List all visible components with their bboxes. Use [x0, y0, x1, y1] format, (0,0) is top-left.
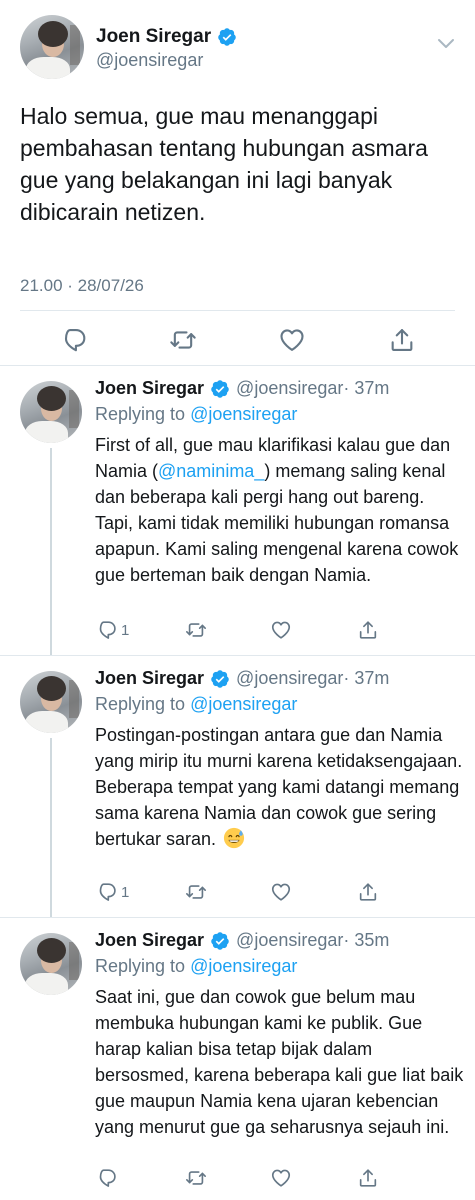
verified-badge-icon: [210, 379, 230, 399]
tweet-timestamp[interactable]: 21.00 · 28/07/26: [20, 276, 144, 296]
retweet-button[interactable]: [185, 618, 207, 642]
author-handle[interactable]: @joensiregar: [236, 378, 343, 399]
retweet-button[interactable]: [185, 1166, 207, 1190]
mention-link[interactable]: @naminima_: [158, 461, 264, 481]
share-button[interactable]: [357, 880, 379, 904]
verified-badge-icon: [210, 931, 230, 951]
reply-tweet-3[interactable]: Joen Siregar @joensiregar · 35m Replying…: [0, 918, 475, 1200]
replying-to-link[interactable]: @joensiregar: [190, 694, 297, 714]
tweet-time: · 37m: [343, 378, 390, 398]
divider: [20, 310, 455, 311]
tweet-actions: [0, 322, 475, 358]
tweet-text: First of all, gue mau klarifikasi kalau …: [95, 435, 459, 585]
share-icon: [357, 881, 379, 903]
author-name[interactable]: Joen Siregar: [95, 668, 204, 689]
reply-tweet-1[interactable]: Joen Siregar @joensiregar · 37m Replying…: [0, 366, 475, 656]
avatar[interactable]: [20, 15, 84, 79]
replying-to: Replying to @joensiregar: [95, 694, 298, 714]
tweet-text: Postingan-postingan antara gue dan Namia…: [95, 725, 463, 849]
tweet-text: Halo semua, gue mau menanggapi pembahasa…: [20, 103, 428, 225]
author-handle[interactable]: @joensiregar: [236, 930, 343, 951]
chevron-down-icon[interactable]: [437, 36, 455, 50]
reply-button[interactable]: [95, 1166, 117, 1190]
reply-button[interactable]: 1: [95, 618, 129, 642]
main-tweet: Joen Siregar @joensiregar Halo semua, gu…: [0, 0, 475, 366]
tweet-time: · 35m: [343, 930, 390, 950]
tweet-actions: [0, 1166, 475, 1192]
verified-badge-icon: [217, 27, 237, 47]
like-button[interactable]: [270, 1166, 292, 1190]
retweet-icon[interactable]: [169, 326, 197, 354]
reply-count: 1: [121, 883, 130, 901]
reply-icon: [95, 1167, 117, 1189]
verified-badge-icon: [210, 669, 230, 689]
retweet-icon: [185, 1167, 207, 1189]
share-button[interactable]: [357, 618, 379, 642]
like-icon: [270, 619, 292, 641]
replying-to: Replying to @joensiregar: [95, 956, 298, 976]
author-name[interactable]: Joen Siregar: [96, 26, 211, 48]
share-icon[interactable]: [388, 326, 416, 354]
tweet-text: Saat ini, gue dan cowok gue belum mau me…: [95, 987, 464, 1137]
avatar[interactable]: [20, 381, 82, 443]
replying-to: Replying to @joensiregar: [95, 404, 298, 424]
author-handle[interactable]: @joensiregar: [96, 50, 203, 71]
author-name[interactable]: Joen Siregar: [95, 378, 204, 399]
share-icon: [357, 619, 379, 641]
share-icon: [357, 1167, 379, 1189]
reply-icon[interactable]: [59, 326, 87, 354]
author-handle[interactable]: @joensiregar: [236, 668, 343, 689]
retweet-icon: [185, 619, 207, 641]
avatar[interactable]: [20, 671, 82, 733]
sweat-smile-emoji: [223, 827, 245, 849]
tweet-time: · 37m: [343, 668, 390, 688]
share-button[interactable]: [357, 1166, 379, 1190]
like-icon: [270, 881, 292, 903]
retweet-button[interactable]: [185, 880, 207, 904]
reply-count: 1: [121, 621, 130, 639]
like-button[interactable]: [270, 618, 292, 642]
author-name[interactable]: Joen Siregar: [95, 930, 204, 951]
tweet-actions: 1: [0, 618, 475, 644]
reply-tweet-2[interactable]: Joen Siregar @joensiregar · 37m Replying…: [0, 656, 475, 918]
retweet-icon: [185, 881, 207, 903]
like-icon[interactable]: [278, 326, 306, 354]
avatar[interactable]: [20, 933, 82, 995]
reply-icon: [95, 881, 117, 903]
replying-to-link[interactable]: @joensiregar: [190, 956, 297, 976]
tweet-actions: 1: [0, 880, 475, 906]
reply-icon: [95, 619, 117, 641]
replying-to-link[interactable]: @joensiregar: [190, 404, 297, 424]
like-icon: [270, 1167, 292, 1189]
reply-button[interactable]: 1: [95, 880, 129, 904]
like-button[interactable]: [270, 880, 292, 904]
